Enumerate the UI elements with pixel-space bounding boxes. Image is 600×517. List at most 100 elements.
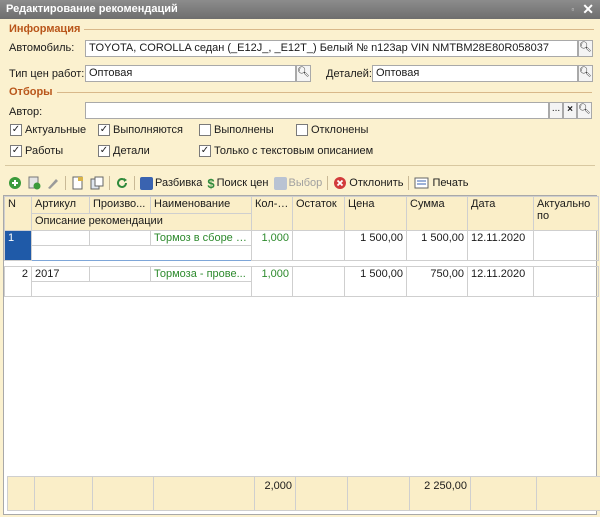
copy-add-icon[interactable] xyxy=(27,176,41,190)
column-header-n[interactable]: N xyxy=(4,196,32,231)
recommendations-table[interactable]: N Артикул Произво... Наименование Кол-во… xyxy=(3,195,600,515)
totals-footer: 2,000 2 250,00 xyxy=(7,476,600,511)
checkbox-label: Отклонены xyxy=(311,124,369,136)
window-title: Редактирование рекомендаций xyxy=(6,3,178,15)
footer-cell xyxy=(295,476,348,511)
checkbox-label: Работы xyxy=(25,145,64,157)
column-header-actual[interactable]: Актуально по xyxy=(533,196,599,231)
split-button[interactable]: Разбивка xyxy=(140,176,203,190)
checkbox-box[interactable] xyxy=(296,124,308,136)
row-description[interactable] xyxy=(31,281,252,297)
parts-search-icon[interactable]: 🔍︎ xyxy=(578,65,593,82)
parts-price-field[interactable]: Оптовая xyxy=(372,65,578,82)
author-search-icon[interactable]: 🔍︎ xyxy=(577,102,592,119)
row-maker[interactable] xyxy=(89,230,151,246)
author-clear-icon[interactable]: × xyxy=(563,102,577,119)
column-header-qty[interactable]: Кол-во xyxy=(251,196,293,231)
row-name[interactable]: Тормоз в сборе -... xyxy=(150,230,252,246)
divider xyxy=(5,165,595,166)
column-header-maker[interactable]: Произво... xyxy=(89,196,151,214)
row-number[interactable]: 2 xyxy=(4,266,32,297)
column-header-sum[interactable]: Сумма xyxy=(406,196,468,231)
checkbox-rejected[interactable]: Отклонены xyxy=(296,124,368,136)
checkbox-works[interactable]: ✓ Работы xyxy=(10,145,63,157)
row-article[interactable]: 2017 xyxy=(31,266,90,282)
car-search-icon[interactable]: 🔍︎ xyxy=(578,40,593,57)
dollar-icon: $ xyxy=(207,175,215,191)
author-choose-icon[interactable]: ... xyxy=(549,102,563,119)
column-header-article[interactable]: Артикул xyxy=(31,196,90,214)
row-name[interactable]: Тормоза - прове... xyxy=(150,266,252,282)
divider xyxy=(134,176,135,190)
document-icon[interactable] xyxy=(71,176,85,190)
divider xyxy=(65,176,66,190)
checkbox-actual[interactable]: ✓ Актуальные xyxy=(10,124,86,136)
row-actual[interactable] xyxy=(533,266,599,297)
price-type-search-icon[interactable]: 🔍︎ xyxy=(296,65,311,82)
checkbox-done[interactable]: Выполнены xyxy=(199,124,274,136)
table-row[interactable]: 1 Тормоз в сборе -... 1,000 1 500,00 1 5… xyxy=(4,230,599,261)
print-label: Печать xyxy=(432,177,469,189)
table-toolbar: Разбивка $ Поиск цен Выбор Отклонить Печа… xyxy=(8,174,474,192)
checkbox-box[interactable]: ✓ xyxy=(199,145,211,157)
author-field[interactable] xyxy=(85,102,549,119)
footer-cell xyxy=(92,476,154,511)
refresh-icon[interactable] xyxy=(115,176,129,190)
column-header-name[interactable]: Наименование xyxy=(150,196,252,214)
filters-heading-text: Отборы xyxy=(9,86,53,98)
checkbox-label: Детали xyxy=(113,145,150,157)
column-header-date[interactable]: Дата xyxy=(467,196,534,231)
row-rest[interactable] xyxy=(292,266,345,297)
checkbox-in-progress[interactable]: ✓ Выполняются xyxy=(98,124,183,136)
reject-button[interactable]: Отклонить xyxy=(333,176,403,190)
price-type-field[interactable]: Оптовая xyxy=(85,65,296,82)
footer-cell xyxy=(347,476,410,511)
checkbox-label: Выполняются xyxy=(113,124,183,136)
footer-cell xyxy=(470,476,537,511)
list-icon xyxy=(273,176,287,190)
checkbox-box[interactable]: ✓ xyxy=(10,124,22,136)
row-maker[interactable] xyxy=(89,266,151,282)
close-icon[interactable]: ✕ xyxy=(582,1,594,17)
column-header-price[interactable]: Цена xyxy=(344,196,407,231)
row-qty[interactable]: 1,000 xyxy=(251,266,293,297)
row-rest[interactable] xyxy=(292,230,345,261)
add-icon[interactable] xyxy=(8,176,22,190)
print-button[interactable]: Печать xyxy=(414,176,469,190)
window-titlebar: Редактирование рекомендаций ▫ ✕ xyxy=(0,0,600,19)
row-price[interactable]: 1 500,00 xyxy=(344,230,407,261)
checkbox-box[interactable]: ✓ xyxy=(98,124,110,136)
row-date[interactable]: 12.11.2020 xyxy=(467,266,534,297)
car-label: Автомобиль: xyxy=(9,42,75,54)
row-article[interactable] xyxy=(31,230,90,246)
checkbox-box[interactable]: ✓ xyxy=(10,145,22,157)
checkbox-text-only[interactable]: ✓ Только с текстовым описанием xyxy=(199,145,373,157)
row-actual[interactable] xyxy=(533,230,599,261)
print-icon xyxy=(414,177,429,189)
column-header-rest[interactable]: Остаток xyxy=(292,196,345,231)
checkbox-box[interactable] xyxy=(199,124,211,136)
row-sum[interactable]: 1 500,00 xyxy=(406,230,468,261)
car-field[interactable]: TOYOTA, COROLLA седан (_E12J_, _E12T_) Б… xyxy=(85,40,578,57)
total-qty: 2,000 xyxy=(254,476,296,511)
row-price[interactable]: 1 500,00 xyxy=(344,266,407,297)
restore-icon[interactable]: ▫ xyxy=(571,5,574,14)
author-label: Автор: xyxy=(9,106,43,118)
row-description[interactable] xyxy=(31,245,252,261)
row-qty[interactable]: 1,000 xyxy=(251,230,293,261)
column-header-description[interactable]: Описание рекомендации xyxy=(31,213,252,231)
choose-button[interactable]: Выбор xyxy=(273,176,322,190)
copy-icon[interactable] xyxy=(90,176,104,190)
edit-icon[interactable] xyxy=(46,176,60,190)
footer-cell xyxy=(153,476,255,511)
checkbox-parts[interactable]: ✓ Детали xyxy=(98,145,150,157)
row-date[interactable]: 12.11.2020 xyxy=(467,230,534,261)
table-row[interactable]: 2 2017 Тормоза - прове... 1,000 1 500,00… xyxy=(4,266,599,297)
row-sum[interactable]: 750,00 xyxy=(406,266,468,297)
price-search-button[interactable]: $ Поиск цен xyxy=(207,176,268,191)
footer-cell xyxy=(7,476,35,511)
row-number[interactable]: 1 xyxy=(4,230,32,261)
checkbox-box[interactable]: ✓ xyxy=(98,145,110,157)
info-section-heading: Информация xyxy=(9,23,595,35)
split-label: Разбивка xyxy=(155,177,203,189)
